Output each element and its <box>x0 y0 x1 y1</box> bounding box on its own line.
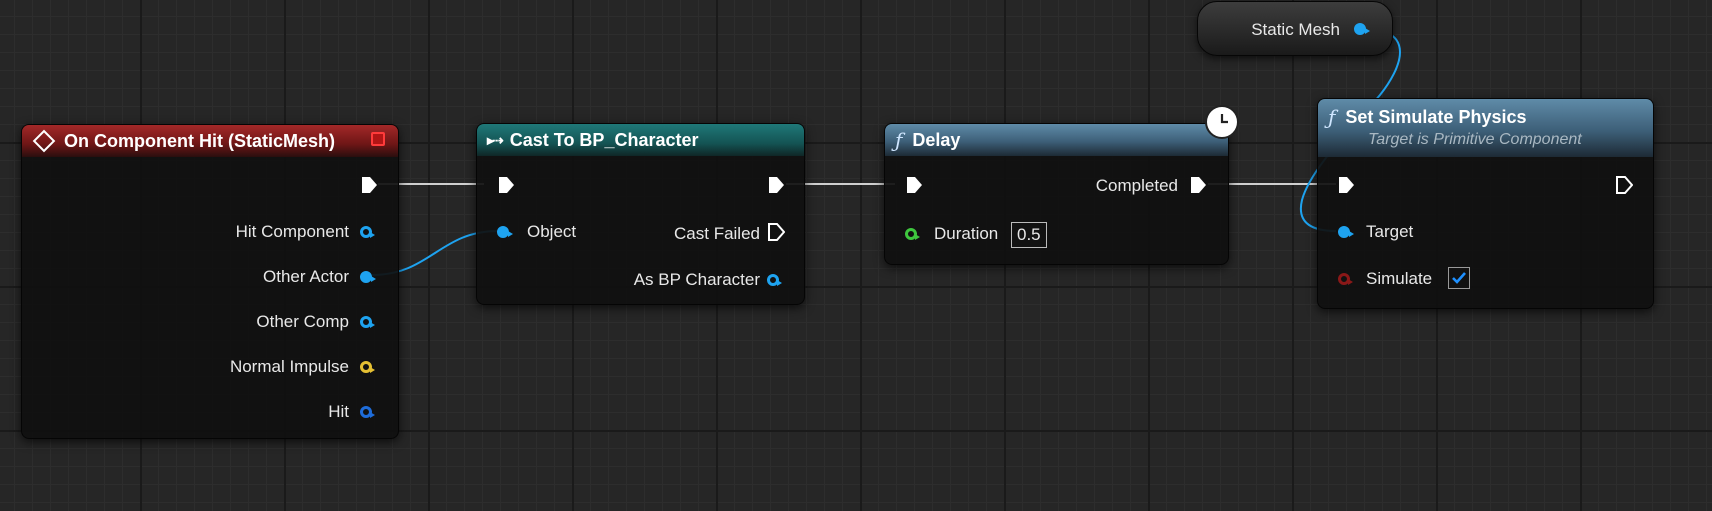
cast-arrow-icon: ▸⇢ <box>487 131 504 148</box>
pin-label-as-bp-character: As BP Character <box>633 270 760 289</box>
static-mesh-variable-node[interactable]: Static Mesh <box>1197 1 1393 56</box>
exec-in-pin[interactable] <box>497 176 515 194</box>
as-bp-character-pin[interactable] <box>767 274 782 286</box>
static-mesh-label: Static Mesh <box>1251 20 1340 39</box>
exec-in-pin[interactable] <box>1337 176 1355 194</box>
exec-out-pin[interactable] <box>360 176 378 194</box>
event-diamond-icon <box>32 129 56 153</box>
pin-label-duration: Duration <box>934 224 999 243</box>
pin-label-cast-failed: Cast Failed <box>674 224 760 243</box>
set-simulate-physics-header[interactable]: ƒ Set Simulate Physics Target is Primiti… <box>1318 99 1653 157</box>
pin-label-completed: Completed <box>1095 176 1178 195</box>
pin-label-other-comp: Other Comp <box>256 312 349 331</box>
cast-failed-exec-pin[interactable] <box>767 223 785 241</box>
duration-pin[interactable] <box>905 228 920 240</box>
pin-label-hit-component: Hit Component <box>235 222 349 241</box>
event-node-title: On Component Hit (StaticMesh) <box>64 130 335 151</box>
cast-node-header[interactable]: ▸⇢ Cast To BP_Character <box>477 124 804 156</box>
hit-pin[interactable] <box>360 406 375 418</box>
function-icon: ƒ <box>895 128 903 152</box>
exec-in-pin[interactable] <box>905 176 923 194</box>
delay-node[interactable]: ƒ Delay Completed Duration 0.5 <box>884 123 1229 265</box>
cast-node-title: Cast To BP_Character <box>509 129 699 150</box>
pin-label-simulate: Simulate <box>1366 269 1433 288</box>
hit-component-pin[interactable] <box>360 226 375 238</box>
function-icon: ƒ <box>1328 105 1336 129</box>
checkmark-icon <box>1452 272 1466 284</box>
simulate-checkbox[interactable] <box>1448 267 1470 289</box>
completed-exec-pin[interactable] <box>1189 176 1207 194</box>
static-mesh-out-pin[interactable] <box>1354 23 1370 35</box>
exec-out-pin[interactable] <box>1615 176 1633 194</box>
pin-label-target: Target <box>1366 222 1414 241</box>
pin-label-other-actor: Other Actor <box>263 267 349 286</box>
latent-clock-icon <box>1205 105 1239 139</box>
set-simulate-physics-node[interactable]: ƒ Set Simulate Physics Target is Primiti… <box>1317 98 1654 309</box>
delay-node-title: Delay <box>912 129 961 150</box>
exec-out-pin[interactable] <box>767 176 785 194</box>
target-pin[interactable] <box>1338 226 1354 238</box>
set-simulate-physics-title: Set Simulate Physics <box>1345 106 1527 127</box>
delegate-pin-icon[interactable] <box>371 132 385 146</box>
set-simulate-physics-subtitle: Target is Primitive Component <box>1368 131 1582 148</box>
event-node-on-component-hit[interactable]: On Component Hit (StaticMesh) Hit Compon… <box>21 124 399 439</box>
simulate-pin[interactable] <box>1338 273 1353 285</box>
normal-impulse-pin[interactable] <box>360 361 375 373</box>
pin-label-object: Object <box>527 222 577 241</box>
pin-label-normal-impulse: Normal Impulse <box>229 357 349 376</box>
delay-node-header[interactable]: ƒ Delay <box>885 124 1228 156</box>
pin-label-hit: Hit <box>328 402 349 421</box>
cast-node[interactable]: ▸⇢ Cast To BP_Character Object Cast Fail… <box>476 123 805 305</box>
other-comp-pin[interactable] <box>360 316 375 328</box>
event-node-header[interactable]: On Component Hit (StaticMesh) <box>22 125 398 157</box>
object-pin[interactable] <box>497 226 513 238</box>
other-actor-pin[interactable] <box>360 271 376 283</box>
duration-value-field[interactable]: 0.5 <box>1011 222 1047 248</box>
